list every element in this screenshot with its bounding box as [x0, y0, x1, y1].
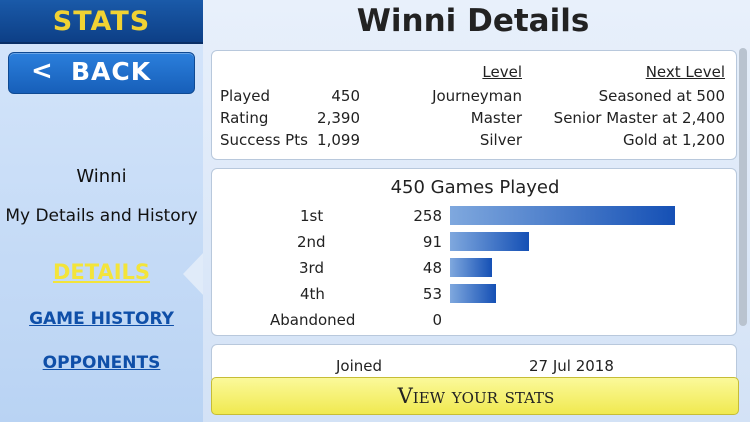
joined-label: Joined — [336, 357, 383, 375]
placing-count: 53 — [422, 285, 442, 303]
sidebar-header: STATS — [0, 0, 203, 44]
nav-details[interactable]: DETAILS — [0, 260, 203, 284]
joined-date: 27 Jul 2018 — [529, 357, 614, 375]
placing-bar — [450, 284, 496, 303]
sidebar-title: STATS — [52, 6, 151, 37]
nav-opponents[interactable]: OPPONENTS — [0, 353, 203, 373]
user-name: Winni — [76, 166, 127, 187]
sidebar: STATS < BACK Winni My Details and Histor… — [0, 0, 204, 422]
back-button-label: BACK — [71, 57, 152, 86]
placing-label: 1st — [300, 207, 324, 225]
stat-level: Master — [470, 109, 522, 127]
placing-label: 2nd — [297, 233, 326, 251]
placing-count: 258 — [413, 207, 442, 225]
games-played-title: 450 Games Played — [390, 177, 560, 198]
placing-label: Abandoned — [270, 311, 356, 329]
main-panel: Winni Details Level Next Level Played 45… — [203, 0, 750, 422]
scrollbar[interactable] — [739, 48, 747, 326]
stat-next-level: Senior Master at 2,400 — [553, 109, 725, 127]
view-your-stats-label: View your stats — [397, 384, 555, 408]
level-header: Level — [482, 63, 522, 81]
stat-label: Played — [220, 87, 271, 105]
next-level-header: Next Level — [645, 63, 725, 81]
nav-game-history[interactable]: GAME HISTORY — [0, 309, 203, 329]
stat-level: Silver — [479, 131, 522, 149]
placing-bar — [450, 258, 492, 277]
placing-count: 91 — [422, 233, 442, 251]
page-title: Winni Details — [356, 3, 590, 39]
placing-count: 48 — [422, 259, 442, 277]
placing-bar — [450, 232, 529, 251]
back-button[interactable]: < BACK — [8, 52, 195, 94]
games-card: 450 Games Played 1st 258 2nd 91 3rd 48 4… — [211, 168, 737, 336]
placing-bar — [450, 206, 675, 225]
stat-label: Success Pts — [220, 131, 308, 149]
placing-count: 0 — [432, 311, 442, 329]
placing-label: 3rd — [299, 259, 324, 277]
stat-value: 1,099 — [317, 131, 360, 149]
stat-next-level: Gold at 1,200 — [622, 131, 725, 149]
stat-level: Journeyman — [432, 87, 522, 105]
stat-next-level: Seasoned at 500 — [598, 87, 725, 105]
active-pointer — [183, 252, 204, 296]
stat-value: 450 — [331, 87, 360, 105]
placing-label: 4th — [300, 285, 325, 303]
view-your-stats-button[interactable]: View your stats — [211, 377, 739, 415]
stat-label: Rating — [220, 109, 269, 127]
user-subtitle: My Details and History — [5, 206, 198, 226]
stat-value: 2,390 — [317, 109, 360, 127]
levels-card: Level Next Level Played 450 Journeyman S… — [211, 50, 737, 160]
back-arrow-icon: < — [31, 56, 53, 86]
